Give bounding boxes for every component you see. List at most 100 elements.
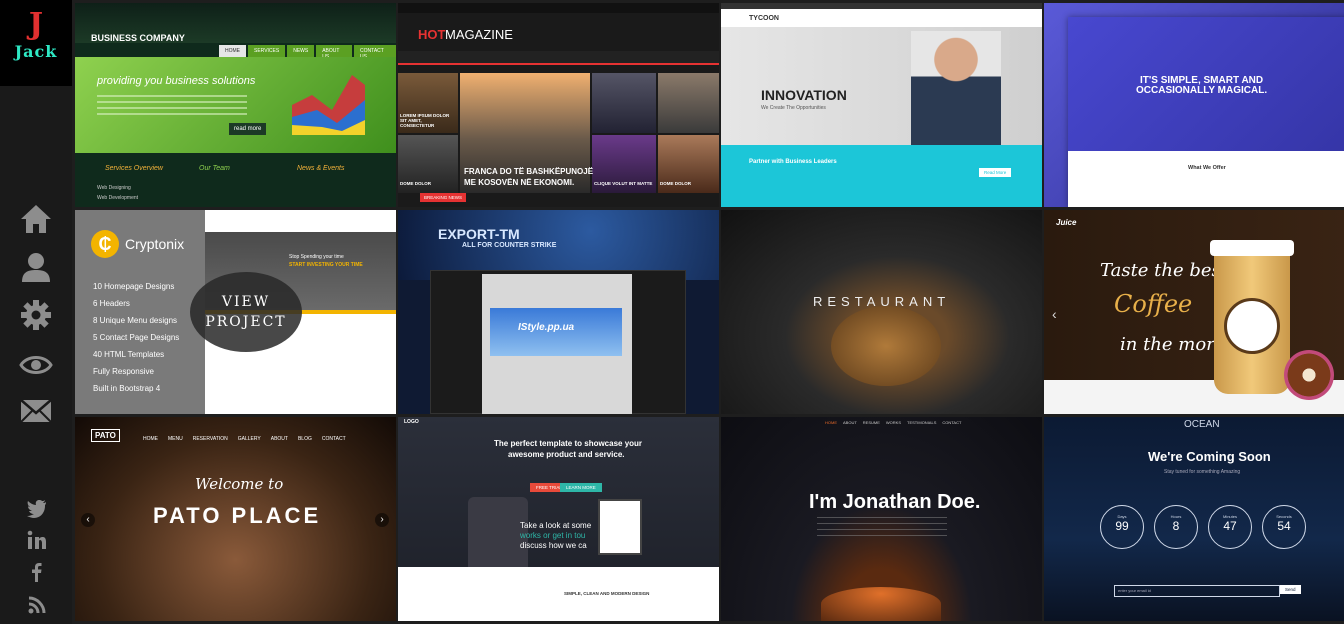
- tile-menu-item: WORKS: [885, 420, 902, 425]
- portfolio-tile-export-tm[interactable]: EXPORT-TM ALL FOR COUNTER STRIKE IStyle.…: [398, 210, 719, 414]
- countdown-days: Days 99: [1100, 505, 1144, 549]
- chevron-left-icon: ‹: [1052, 306, 1057, 322]
- tile-list-2: Web Development: [97, 195, 139, 201]
- tile-feature: 8 Unique Menu designs: [93, 316, 178, 325]
- tile-title: PATO PLACE: [153, 503, 322, 528]
- view-project-overlay[interactable]: VIEW PROJECT: [190, 272, 302, 352]
- tile-headline-2: ME KOSOVËN NË EKONOMI.: [464, 178, 575, 187]
- tile-line-1: Taste the best: [1100, 260, 1229, 281]
- portfolio-tile-pato-place[interactable]: PATO HOME MENU RESERVATION GALLERY ABOUT…: [75, 417, 396, 621]
- portfolio-tile-juice-coffee[interactable]: Juice Taste the best Coffee in the morni…: [1044, 210, 1344, 414]
- tile-menu-item: RESUME: [862, 420, 880, 425]
- tile-title: We're Coming Soon: [1148, 449, 1271, 464]
- sidebar: J Jack: [0, 0, 72, 624]
- tile-menu-item: TESTIMONIALS: [907, 420, 937, 425]
- tile-menu-item: HOME: [825, 420, 837, 425]
- tile-hero-2: START INVESTING YOUR TIME: [289, 262, 363, 268]
- envelope-icon[interactable]: [19, 394, 53, 428]
- chevron-right-icon: ›: [375, 513, 389, 527]
- tile-band: Partner with Business Leaders: [749, 159, 837, 165]
- portfolio-tile-simple-smart[interactable]: IT'S SIMPLE, SMART AND OCCASIONALLY MAGI…: [1044, 3, 1344, 207]
- tile-menu-item: ABOUT: [270, 436, 288, 442]
- countdown-seconds: Seconds 54: [1262, 505, 1306, 549]
- tile-btn-2: LEARN MORE: [560, 483, 602, 492]
- tile-brand-rest: MAGAZINE: [445, 27, 513, 42]
- tile-title: I'm Jonathan Doe.: [809, 491, 981, 513]
- logo-glyph: J: [28, 7, 44, 42]
- tile-menu-item: ABOUT: [843, 420, 857, 425]
- tile-menu-item: HOME: [143, 436, 158, 442]
- tile-headline: INNOVATION: [761, 87, 847, 103]
- send-button: Send: [1280, 585, 1301, 594]
- tile-menu-item: CONTACT: [942, 420, 962, 425]
- countdown-hours: Hours 8: [1154, 505, 1198, 549]
- user-icon[interactable]: [19, 250, 53, 284]
- portfolio-tile-jonathan-doe[interactable]: HOME ABOUT RESUME WORKS TESTIMONIALS CON…: [721, 417, 1042, 621]
- linkedin-icon[interactable]: [27, 530, 47, 550]
- tile-brand: Juice: [1056, 218, 1077, 227]
- portfolio-tile-ocean-coming-soon[interactable]: OCEAN We're Coming Soon Stay tuned for s…: [1044, 417, 1344, 621]
- tile-feature: Built in Bootstrap 4: [93, 384, 161, 393]
- tile-feature: 6 Headers: [93, 299, 130, 308]
- facebook-icon[interactable]: [27, 562, 47, 582]
- tile-feature: 5 Contact Page Designs: [93, 333, 180, 342]
- chart-illustration: [292, 75, 365, 135]
- tile-tour-2: works or get in tou: [520, 531, 586, 540]
- tile-brand-hot: HOT: [418, 27, 446, 42]
- tile-section: What We Offer: [1188, 165, 1226, 171]
- portfolio-tile-hot-magazine[interactable]: HOT MAGAZINE LOREM IPSUM DOLOR SIT AMET,…: [398, 3, 719, 207]
- tile-brand: BUSINESS COMPANY: [91, 33, 185, 43]
- eye-icon[interactable]: [19, 348, 53, 382]
- tile-menu-item: BLOG: [297, 436, 312, 442]
- tile-sub: Stay tuned for something Amazing: [1164, 469, 1241, 475]
- tile-col2: Our Team: [199, 165, 230, 172]
- tile-menu-item: CONTACT: [321, 436, 346, 442]
- tile-menu-item: RESERVATION: [192, 436, 228, 442]
- tile-btn: Read More: [979, 168, 1012, 177]
- tile-side-4: DOME DOLOR: [660, 181, 691, 186]
- tile-title: RESTAURANT: [813, 294, 951, 309]
- tile-line-2: Coffee: [1114, 290, 1193, 318]
- tile-headline-1: FRANCA DO TË BASHKËPUNOJË: [464, 167, 594, 176]
- tile-headline-1: The perfect template to showcase your: [494, 439, 643, 448]
- tile-tour-1: Take a look at some: [520, 521, 592, 530]
- tile-breaking: BREAKING NEWS: [420, 193, 467, 202]
- portfolio-tile-tycoon[interactable]: TYCOON INNOVATION We Create The Opportun…: [721, 3, 1042, 207]
- home-icon[interactable]: [19, 202, 53, 236]
- gear-icon[interactable]: [19, 298, 53, 332]
- portfolio-tile-business-company[interactable]: BUSINESS COMPANY HOME SERVICES NEWS ABOU…: [75, 3, 396, 207]
- portfolio-tile-product-showcase[interactable]: LOGO The perfect template to showcase yo…: [398, 417, 719, 621]
- twitter-icon[interactable]: [27, 498, 47, 518]
- tile-headline-2: awesome product and service.: [508, 450, 625, 459]
- overlay-line-1: VIEW: [221, 294, 271, 310]
- tile-side-1: LOREM IPSUM DOLOR SIT AMET, CONSECTETUR: [400, 113, 450, 128]
- tile-headline-2: OCCASIONALLY MAGICAL.: [1136, 85, 1268, 96]
- tile-read-more: read more: [229, 123, 267, 135]
- tile-col3: News & Events: [297, 165, 345, 172]
- tile-brand: LOGO: [404, 419, 419, 425]
- rss-icon[interactable]: [27, 595, 47, 615]
- chevron-left-icon: ‹: [81, 513, 95, 527]
- logo-name: Jack: [14, 42, 58, 61]
- tile-title: EXPORT-TM: [438, 226, 520, 242]
- logo[interactable]: J Jack: [0, 0, 72, 86]
- tile-hero-1: Stop Spending your time: [289, 254, 344, 260]
- tile-welcome: Welcome to: [195, 475, 284, 493]
- tile-brand: PATO: [91, 429, 120, 442]
- countdown-minutes: Minutes 47: [1208, 505, 1252, 549]
- tile-foot: SIMPLE, CLEAN AND MODERN DESIGN: [564, 591, 650, 596]
- tile-banner: IStyle.pp.ua: [518, 322, 575, 333]
- tile-sub: We Create The Opportunities: [761, 105, 826, 111]
- email-field: enter your email id: [1114, 585, 1280, 597]
- tile-headline: providing you business solutions: [97, 75, 256, 87]
- tile-menu-item: MENU: [168, 436, 183, 442]
- tile-tour-3: discuss how we ca: [520, 541, 587, 550]
- tile-feature: Fully Responsive: [93, 367, 154, 376]
- tile-feature: 10 Homepage Designs: [93, 282, 175, 291]
- tile-side-3: CLIQUE VOLUT INT MATTE: [594, 181, 653, 186]
- tile-brand: OCEAN: [1184, 419, 1220, 430]
- portfolio-tile-restaurant[interactable]: RESTAURANT: [721, 210, 1042, 414]
- tile-col1: Services Overview: [105, 165, 163, 172]
- tile-menu-item: GALLERY: [237, 436, 261, 442]
- cryptonix-logo-icon: ₵: [91, 230, 119, 258]
